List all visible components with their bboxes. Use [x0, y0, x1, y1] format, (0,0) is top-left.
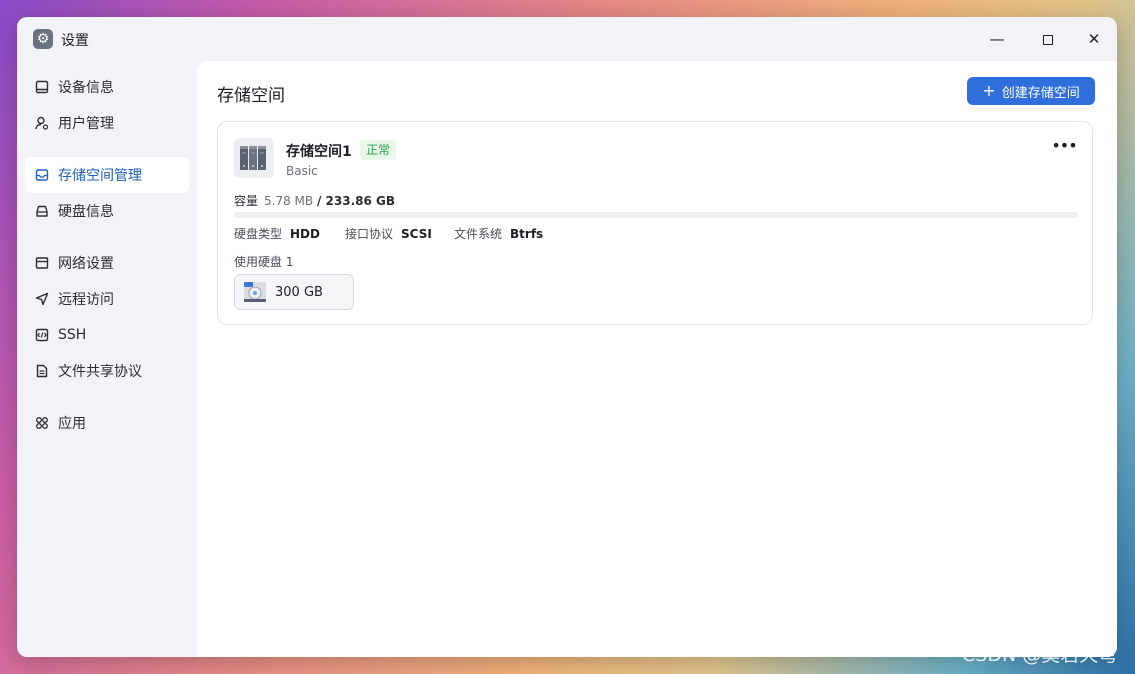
apps-icon [34, 415, 50, 431]
sidebar-item-label: 设备信息 [58, 80, 114, 96]
used-disks-label: 使用硬盘 1 [234, 255, 294, 269]
sidebar-item-file-sharing[interactable]: 文件共享协议 [25, 353, 189, 389]
maximize-icon [1043, 34, 1053, 45]
capacity-used: 5.78 MB [264, 194, 314, 208]
filesystem-label: 文件系统 [454, 227, 503, 241]
sidebar-item-label: 用户管理 [58, 116, 114, 132]
sidebar-item-disk-info[interactable]: 硬盘信息 [25, 193, 189, 229]
sidebar-item-storage-management[interactable]: 存储空间管理 [25, 157, 189, 193]
sidebar-item-label: 硬盘信息 [58, 204, 114, 220]
server-rack-icon [234, 138, 274, 178]
disk-type-value: HDD [290, 227, 320, 241]
sidebar-item-label: 应用 [58, 416, 86, 432]
interface-label: 接口协议 [345, 227, 394, 241]
filesystem-value: Btrfs [510, 227, 544, 241]
watermark: CSDN @莫若天穹 [962, 644, 1118, 666]
capacity-label: 容量 [234, 194, 259, 208]
interface-info: 接口协议 SCSI [345, 225, 432, 242]
sidebar-item-label: SSH [58, 327, 87, 343]
sidebar-item-label: 网络设置 [58, 256, 114, 272]
capacity-bar [234, 212, 1078, 218]
status-badge: 正常 [360, 140, 397, 160]
storage-volume-card[interactable]: 存储空间1 正常 Basic ••• 容量 5.78 MB / 233.86 GB… [217, 121, 1093, 325]
sidebar-item-user-management[interactable]: 用户管理 [25, 105, 189, 141]
capacity-total: / 233.86 GB [316, 194, 396, 208]
disk-icon [34, 203, 50, 219]
main-content: 存储空间 + 创建存储空间 存储空间1 正常 Basic ••• 容量 5.78… [197, 61, 1117, 657]
sidebar-item-label: 文件共享协议 [58, 364, 142, 380]
maximize-button[interactable] [1038, 29, 1058, 49]
sidebar-item-label: 远程访问 [58, 292, 114, 308]
window-title: 设置 [61, 33, 89, 49]
user-gear-icon [34, 115, 50, 131]
hard-disk-icon [243, 280, 267, 304]
settings-window: ⚙ 设置 — ✕ 设备信息 用户管理 存储空间管理 硬盘信息 网络设置 远程访问… [17, 17, 1117, 657]
settings-gear-icon: ⚙ [33, 29, 53, 49]
storage-icon [34, 167, 50, 183]
volume-type: Basic [286, 164, 318, 178]
disk-type-info: 硬盘类型 HDD [234, 225, 320, 242]
create-storage-label: 创建存储空间 [1001, 85, 1080, 101]
send-icon [34, 291, 50, 307]
sidebar-item-apps[interactable]: 应用 [25, 405, 189, 441]
minimize-button[interactable]: — [987, 29, 1007, 49]
sidebar: 设备信息 用户管理 存储空间管理 硬盘信息 网络设置 远程访问 SSH 文件共享… [17, 61, 197, 657]
sidebar-item-ssh[interactable]: SSH [25, 317, 189, 353]
disk-size: 300 GB [275, 284, 323, 300]
disk-chip[interactable]: 300 GB [234, 274, 354, 310]
close-button[interactable]: ✕ [1084, 29, 1104, 49]
terminal-icon [34, 327, 50, 343]
capacity-row: 容量 5.78 MB / 233.86 GB [234, 192, 395, 209]
sidebar-item-device-info[interactable]: 设备信息 [25, 69, 189, 105]
interface-value: SCSI [401, 227, 432, 241]
filesystem-info: 文件系统 Btrfs [454, 225, 543, 242]
device-icon [34, 79, 50, 95]
file-icon [34, 363, 50, 379]
plus-icon: + [982, 81, 996, 100]
page-title: 存储空间 [217, 86, 285, 106]
network-icon [34, 255, 50, 271]
more-options-button[interactable]: ••• [1050, 136, 1078, 156]
sidebar-item-network-settings[interactable]: 网络设置 [25, 245, 189, 281]
sidebar-item-remote-access[interactable]: 远程访问 [25, 281, 189, 317]
create-storage-button[interactable]: + 创建存储空间 [967, 77, 1095, 105]
disk-type-label: 硬盘类型 [234, 227, 283, 241]
volume-name: 存储空间1 [286, 144, 352, 160]
title-bar: ⚙ 设置 — ✕ [17, 17, 1117, 61]
sidebar-item-label: 存储空间管理 [58, 168, 142, 184]
